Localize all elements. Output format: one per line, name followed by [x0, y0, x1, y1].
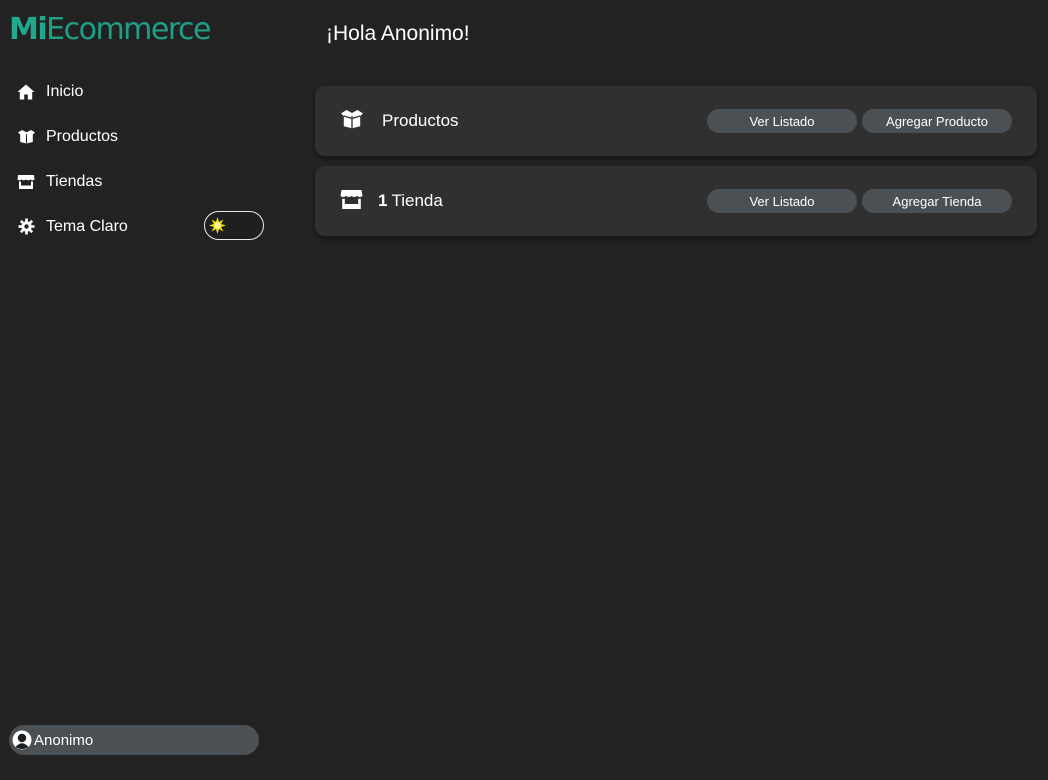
- ver-listado-tiendas-button[interactable]: Ver Listado: [707, 189, 857, 213]
- store-icon: [340, 189, 364, 213]
- page-title: ¡Hola Anonimo!: [326, 22, 470, 45]
- brand-logo[interactable]: MiEcommerce: [9, 12, 211, 48]
- logo-mi: Mi: [9, 12, 48, 47]
- agregar-tienda-button[interactable]: Agregar Tienda: [862, 189, 1012, 213]
- stores-card: 1 Tienda Ver Listado Agregar Tienda: [315, 166, 1037, 236]
- home-icon: [16, 82, 36, 102]
- box-open-icon: [340, 109, 364, 133]
- box-open-icon: [16, 127, 36, 147]
- card-actions: Ver Listado Agregar Tienda: [707, 189, 1012, 213]
- sun-icon: [209, 217, 226, 234]
- user-name: Anonimo: [34, 731, 94, 749]
- products-card: Productos Ver Listado Agregar Producto: [315, 86, 1037, 156]
- card-actions: Ver Listado Agregar Producto: [707, 109, 1012, 133]
- card-label: Productos: [382, 111, 459, 130]
- card-count: 1: [378, 191, 388, 210]
- ver-listado-productos-button[interactable]: Ver Listado: [707, 109, 857, 133]
- sidebar-item-label: Tema Claro: [46, 217, 128, 235]
- store-icon: [16, 172, 36, 192]
- sidebar-item-productos[interactable]: Productos: [0, 114, 290, 159]
- logo-ecommerce: Ecommerce: [46, 12, 211, 47]
- card-label: Tienda: [391, 191, 443, 210]
- sidebar: MiEcommerce Inicio Productos Tiendas Tem…: [0, 0, 290, 780]
- card-title: Productos: [340, 86, 459, 156]
- card-title: 1 Tienda: [340, 166, 443, 236]
- sidebar-item-inicio[interactable]: Inicio: [0, 69, 290, 114]
- theme-toggle[interactable]: [204, 211, 264, 240]
- app-root: MiEcommerce Inicio Productos Tiendas Tem…: [0, 0, 1048, 780]
- user-icon: [12, 730, 32, 750]
- gear-icon: [16, 217, 36, 237]
- sidebar-item-label: Productos: [46, 127, 119, 145]
- sidebar-item-label: Inicio: [46, 82, 84, 100]
- sidebar-item-label: Tiendas: [46, 172, 103, 190]
- user-chip[interactable]: Anonimo: [9, 725, 259, 755]
- agregar-producto-button[interactable]: Agregar Producto: [862, 109, 1012, 133]
- sidebar-item-tiendas[interactable]: Tiendas: [0, 159, 290, 204]
